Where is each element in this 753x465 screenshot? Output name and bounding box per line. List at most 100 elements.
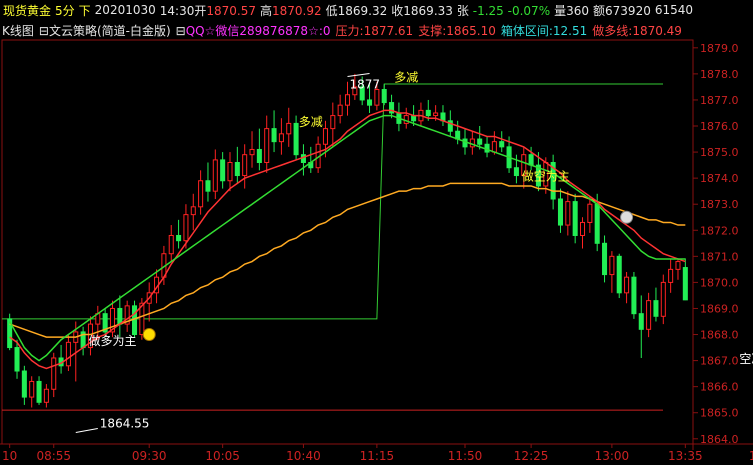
candle-body	[168, 234, 174, 255]
sell-signal-icon	[620, 210, 634, 224]
y-tick-label: 1871.0	[700, 250, 739, 263]
kline-label[interactable]: K线图	[2, 22, 34, 39]
candle-body	[403, 115, 409, 124]
candle-body	[132, 305, 138, 336]
candlestick-chart[interactable]: 做多为主多减多减做空为主空减1864.551877 1864.01865.018…	[0, 0, 753, 465]
x-tick-label: 11:50	[448, 449, 483, 463]
candle-body	[631, 276, 637, 315]
volume-label: 量	[554, 3, 567, 18]
candle-body	[425, 109, 431, 117]
candle-body	[43, 388, 49, 403]
amount-value: 673920	[605, 3, 651, 18]
y-tick-label: 1877.0	[700, 94, 739, 107]
support-value: 1865.10	[446, 23, 496, 38]
volume-value: 360	[566, 3, 590, 18]
x-tick-label: 13:00	[595, 449, 630, 463]
strategy-name[interactable]: ⊟文云策略(简道-白金版)	[39, 22, 171, 39]
y-tick-label: 1867.0	[700, 355, 739, 368]
candle-body	[668, 268, 674, 283]
x-tick-label: 11:15	[360, 449, 395, 463]
candle-body	[682, 267, 688, 301]
extra-value: 61540	[654, 3, 694, 17]
buy-signal-icon	[142, 328, 156, 342]
candle-body	[367, 99, 373, 106]
candle-body	[653, 300, 659, 317]
box-label: 箱体区间:	[500, 23, 553, 38]
candle-body	[183, 214, 189, 242]
candle-body	[337, 104, 343, 117]
candle-body	[381, 89, 387, 104]
candle-body	[51, 357, 57, 390]
y-tick-label: 1872.0	[700, 224, 739, 237]
y-tick-label: 1869.0	[700, 302, 739, 315]
candle-body	[242, 154, 248, 177]
resistance-label: 压力:	[335, 23, 364, 38]
y-tick-label: 1873.0	[700, 198, 739, 211]
period-nav[interactable]: 下	[79, 2, 91, 19]
candle-body	[234, 162, 240, 177]
short-line-value: 1870.49	[632, 23, 682, 38]
resistance-value: 1877.61	[363, 23, 414, 38]
candle-body	[278, 133, 284, 143]
candle-body	[322, 128, 328, 145]
y-tick-label: 1866.0	[700, 381, 739, 394]
candle-body	[374, 89, 380, 106]
low-marker-label: 1864.55	[100, 416, 150, 430]
y-tick-label: 1865.0	[700, 407, 739, 420]
candle-body	[602, 242, 608, 276]
candle-body	[491, 141, 497, 153]
candle-body	[660, 281, 666, 317]
amount-label: 额	[593, 3, 606, 18]
candle-body	[557, 198, 563, 226]
y-tick-label: 1876.0	[700, 120, 739, 133]
x-tick-label: 12:25	[514, 449, 549, 463]
x-tick-label: 10:05	[205, 449, 240, 463]
signal-label: 空减	[739, 352, 753, 366]
x-tick-label: 13:35	[668, 449, 703, 463]
quote-header: 现货黄金 5分 下 20201030 14:30开1870.57 高1870.9…	[0, 0, 753, 20]
support-label: 支撑:	[418, 23, 447, 38]
candle-body	[565, 201, 571, 226]
candle-body	[587, 203, 593, 223]
x-tick-label: 10:40	[286, 449, 321, 463]
candle-body	[117, 307, 123, 325]
candle-body	[190, 206, 196, 216]
high-marker-line	[347, 72, 370, 77]
signal-annotations: 做多为主多减多减做空为主空减1864.551877	[75, 71, 753, 433]
candle-series	[7, 73, 688, 408]
contact-text: ⊟QQ☆微信289876878☆:0	[175, 23, 331, 38]
strategy-toggle-icon[interactable]: ⊟	[39, 24, 49, 38]
signal-label: 做空为主	[522, 169, 570, 184]
change-value: -1.25	[472, 3, 504, 18]
candle-body	[212, 159, 218, 192]
y-tick-label: 1868.0	[700, 329, 739, 342]
high-value: 1870.92	[272, 3, 322, 18]
candle-body	[205, 180, 211, 192]
box-range-line	[2, 83, 421, 320]
x-tick-label: 10	[2, 449, 17, 463]
close-label: 收	[391, 3, 404, 18]
y-tick-label: 1870.0	[700, 276, 739, 289]
close-value: 1869.33	[403, 3, 453, 18]
price-axis: 1864.0 1865.0 1866.0 1867.0 1868.0 1869.0 1870…	[693, 42, 739, 446]
signal-label: 多减	[299, 115, 323, 129]
candle-body	[344, 94, 351, 106]
candle-body	[176, 234, 182, 242]
candle-body	[572, 201, 578, 236]
contact-toggle-icon[interactable]: ⊟	[176, 24, 186, 38]
candle-body	[528, 154, 534, 166]
candle-body	[29, 380, 35, 398]
x-tick-label: 08:55	[36, 449, 71, 463]
low-value: 1869.32	[337, 3, 388, 18]
candle-body	[675, 261, 681, 270]
candle-body	[646, 300, 652, 330]
candle-body	[513, 167, 519, 177]
candle-body	[411, 115, 417, 122]
period-label[interactable]: 5分	[55, 2, 75, 19]
candle-body	[65, 341, 71, 367]
candle-body	[433, 112, 439, 117]
low-marker-line	[75, 427, 98, 433]
high-marker-label: 1877	[350, 77, 381, 91]
symbol-name[interactable]: 现货黄金	[3, 2, 51, 19]
candle-body	[198, 180, 204, 208]
